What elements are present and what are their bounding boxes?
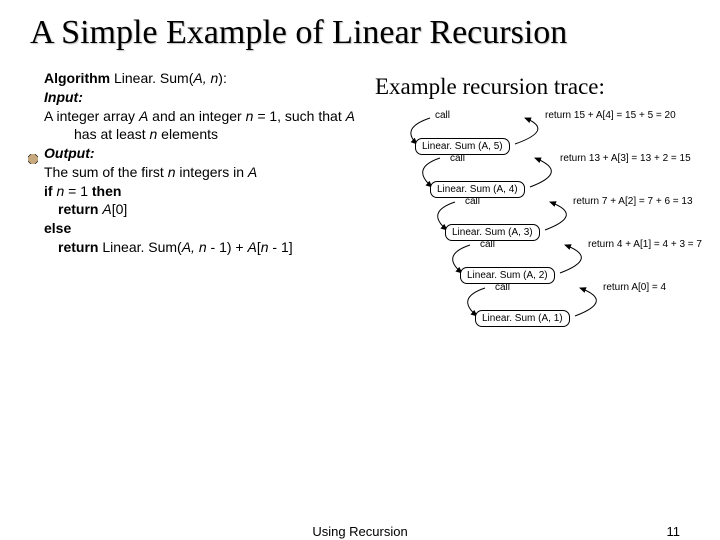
kw-if: if xyxy=(44,183,56,199)
kw-else: else xyxy=(44,220,71,236)
input-2c: A xyxy=(346,108,355,124)
output-d: A xyxy=(248,164,257,180)
kw-return1: return xyxy=(58,201,102,217)
trace-box-4: Linear. Sum (A, 2) xyxy=(460,267,555,284)
ret2-a: Linear. Sum( xyxy=(102,239,181,255)
bullet-icon xyxy=(28,154,38,164)
ret2-c: - 1) + xyxy=(207,239,248,255)
input-3b: elements xyxy=(157,126,218,142)
page-number: 11 xyxy=(667,524,681,539)
kw-algorithm: Algorithm xyxy=(44,70,110,86)
trace-box-3: Linear. Sum (A, 3) xyxy=(445,224,540,241)
algo-head-close: ): xyxy=(218,70,227,86)
trace-box-2: Linear. Sum (A, 4) xyxy=(430,181,525,198)
kw-then: then xyxy=(92,183,122,199)
input-1a: A integer array xyxy=(44,108,139,124)
slide-title: A Simple Example of Linear Recursion xyxy=(30,14,690,52)
input-2a: n = xyxy=(246,108,270,124)
ret2-b: A, n xyxy=(182,239,207,255)
ret2-g: - 1] xyxy=(269,239,293,255)
return-label-5: return A[0] = 4 xyxy=(603,282,666,293)
ret1-b: [0] xyxy=(112,201,128,217)
kw-input: Input: xyxy=(44,89,83,105)
kw-return2: return xyxy=(58,239,102,255)
algorithm-block: Algorithm Linear. Sum(A, n): Input: A in… xyxy=(30,70,365,370)
if-b: = 1 xyxy=(64,183,92,199)
return-label-1: return 15 + A[4] = 15 + 5 = 20 xyxy=(545,110,676,121)
return-label-3: return 7 + A[2] = 7 + 6 = 13 xyxy=(573,196,693,207)
recursion-trace: call call call call call return 15 + A[4… xyxy=(375,110,690,370)
output-b: n xyxy=(168,164,176,180)
ret2-d: A xyxy=(247,239,256,255)
trace-box-1: Linear. Sum (A, 5) xyxy=(415,138,510,155)
footer-center-text: Using Recursion xyxy=(312,524,407,539)
input-2d: has at least xyxy=(74,126,150,142)
ret2-f: n xyxy=(261,239,269,255)
return-label-2: return 13 + A[3] = 13 + 2 = 15 xyxy=(560,153,691,164)
ret1-a: A xyxy=(102,201,111,217)
trace-title: Example recursion trace: xyxy=(375,74,690,100)
output-a: The sum of the first xyxy=(44,164,168,180)
kw-output: Output: xyxy=(44,145,95,161)
return-label-4: return 4 + A[1] = 4 + 3 = 7 xyxy=(588,239,702,250)
algo-head-args: A, n xyxy=(193,70,218,86)
output-c: integers in xyxy=(176,164,248,180)
input-1b: A xyxy=(139,108,148,124)
input-2b: 1, such that xyxy=(269,108,345,124)
algo-head-1: Linear. Sum( xyxy=(110,70,193,86)
trace-box-5: Linear. Sum (A, 1) xyxy=(475,310,570,327)
call-label-1: call xyxy=(435,110,450,121)
input-1c: and an integer xyxy=(148,108,241,124)
